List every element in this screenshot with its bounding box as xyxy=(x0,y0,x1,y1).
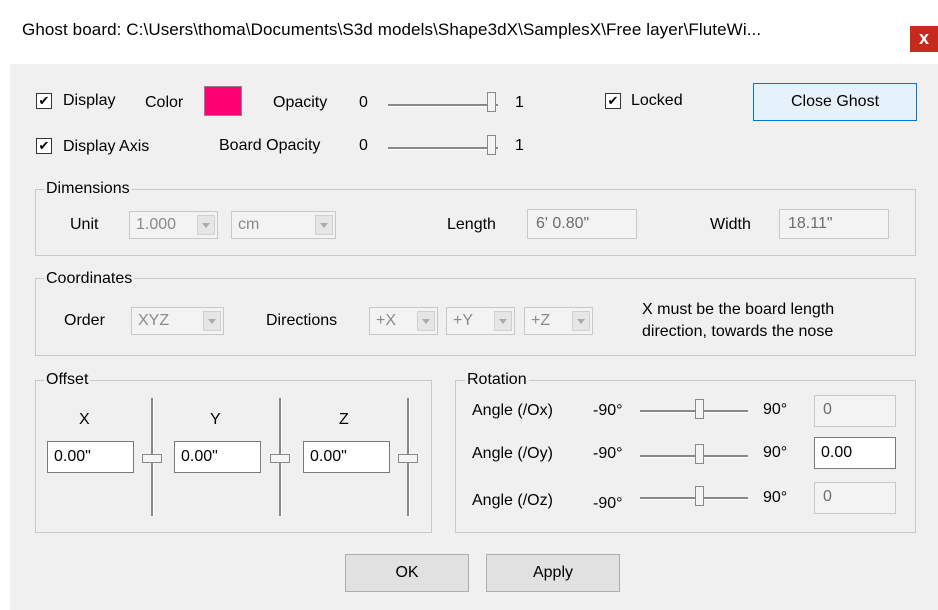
coordinates-title: Coordinates xyxy=(44,270,135,288)
offset-x-slider-thumb[interactable] xyxy=(142,454,162,463)
rotation-oy-slider-track[interactable] xyxy=(640,455,748,458)
title-bar: Ghost board: C:\Users\thoma\Documents\S3… xyxy=(0,0,938,64)
unit-name-value: cm xyxy=(238,216,260,233)
direction-y-select[interactable]: +Y xyxy=(446,307,515,335)
color-label: Color xyxy=(145,94,184,111)
width-field[interactable]: 18.11" xyxy=(779,209,889,239)
board-opacity-label: Board Opacity xyxy=(219,137,321,154)
chevron-down-icon xyxy=(417,311,435,331)
width-label: Width xyxy=(710,216,751,233)
opacity-slider-track[interactable] xyxy=(388,104,498,107)
rotation-oz-slider-thumb[interactable] xyxy=(695,486,704,506)
display-axis-label: Display Axis xyxy=(63,138,150,155)
rotation-ox-label: Angle (/Ox) xyxy=(472,402,553,419)
close-ghost-button[interactable]: Close Ghost xyxy=(753,83,917,121)
rotation-oz-min: -90° xyxy=(593,495,623,512)
locked-checkbox[interactable]: ✔ xyxy=(605,93,621,109)
direction-z-value: +Z xyxy=(531,312,551,329)
rotation-ox-max: 90° xyxy=(763,401,788,418)
chevron-down-icon xyxy=(315,215,333,235)
ok-button[interactable]: OK xyxy=(345,554,469,592)
offset-z-label: Z xyxy=(339,411,349,428)
offset-y-field[interactable]: 0.00" xyxy=(174,441,261,473)
chevron-down-icon xyxy=(203,311,221,331)
order-value: XYZ xyxy=(138,312,170,329)
unit-name-select[interactable]: cm xyxy=(231,211,336,239)
rotation-ox-field[interactable]: 0 xyxy=(814,395,896,427)
rotation-oy-slider-thumb[interactable] xyxy=(695,444,704,464)
locked-label: Locked xyxy=(631,92,683,109)
order-label: Order xyxy=(64,312,105,329)
board-opacity-slider-thumb[interactable] xyxy=(487,135,496,155)
unit-label: Unit xyxy=(70,216,99,233)
rotation-oz-max: 90° xyxy=(763,489,788,506)
offset-y-slider-thumb[interactable] xyxy=(270,454,290,463)
length-label: Length xyxy=(447,216,496,233)
chevron-down-icon xyxy=(572,311,590,331)
dimensions-title: Dimensions xyxy=(44,180,132,198)
direction-x-select[interactable]: +X xyxy=(369,307,438,335)
display-label: Display xyxy=(63,92,116,109)
rotation-oy-field[interactable]: 0.00 xyxy=(814,437,896,469)
rotation-oz-label: Angle (/Oz) xyxy=(472,492,553,509)
rotation-ox-slider-thumb[interactable] xyxy=(695,399,704,419)
direction-z-select[interactable]: +Z xyxy=(524,307,593,335)
rotation-ox-slider-track[interactable] xyxy=(640,410,748,413)
opacity-max-label: 1 xyxy=(515,94,524,111)
directions-label: Directions xyxy=(266,312,338,329)
rotation-oz-field[interactable]: 0 xyxy=(814,482,896,514)
color-swatch[interactable] xyxy=(204,86,242,116)
offset-x-label: X xyxy=(79,411,90,428)
rotation-title: Rotation xyxy=(465,371,529,389)
unit-scale-select[interactable]: 1.000 xyxy=(129,211,218,239)
offset-x-field[interactable]: 0.00" xyxy=(47,441,134,473)
opacity-min-label: 0 xyxy=(359,94,368,111)
unit-scale-value: 1.000 xyxy=(136,216,177,233)
rotation-oy-max: 90° xyxy=(763,444,788,461)
offset-z-field[interactable]: 0.00" xyxy=(303,441,390,473)
board-opacity-max-label: 1 xyxy=(515,137,524,154)
opacity-label: Opacity xyxy=(273,94,328,111)
coordinates-note-line2: direction, towards the nose xyxy=(642,323,834,340)
length-field[interactable]: 6' 0.80" xyxy=(527,209,637,239)
direction-y-value: +Y xyxy=(453,312,474,329)
close-icon[interactable]: x xyxy=(910,26,938,52)
rotation-oz-slider-track[interactable] xyxy=(640,497,748,500)
offset-title: Offset xyxy=(44,371,91,389)
offset-z-slider-thumb[interactable] xyxy=(398,454,418,463)
rotation-oy-label: Angle (/Oy) xyxy=(472,445,553,462)
display-checkbox[interactable]: ✔ xyxy=(36,93,52,109)
apply-button[interactable]: Apply xyxy=(486,554,620,592)
coordinates-note-line1: X must be the board length xyxy=(642,301,835,318)
rotation-oy-min: -90° xyxy=(593,445,623,462)
display-axis-checkbox[interactable]: ✔ xyxy=(36,138,52,154)
rotation-ox-min: -90° xyxy=(593,402,623,419)
direction-x-value: +X xyxy=(376,312,397,329)
order-select[interactable]: XYZ xyxy=(131,307,224,335)
chevron-down-icon xyxy=(494,311,512,331)
offset-y-label: Y xyxy=(210,411,221,428)
board-opacity-min-label: 0 xyxy=(359,137,368,154)
chevron-down-icon xyxy=(197,215,215,235)
window-title: Ghost board: C:\Users\thoma\Documents\S3… xyxy=(22,20,762,39)
opacity-slider-thumb[interactable] xyxy=(487,92,496,112)
board-opacity-slider-track[interactable] xyxy=(388,147,498,150)
